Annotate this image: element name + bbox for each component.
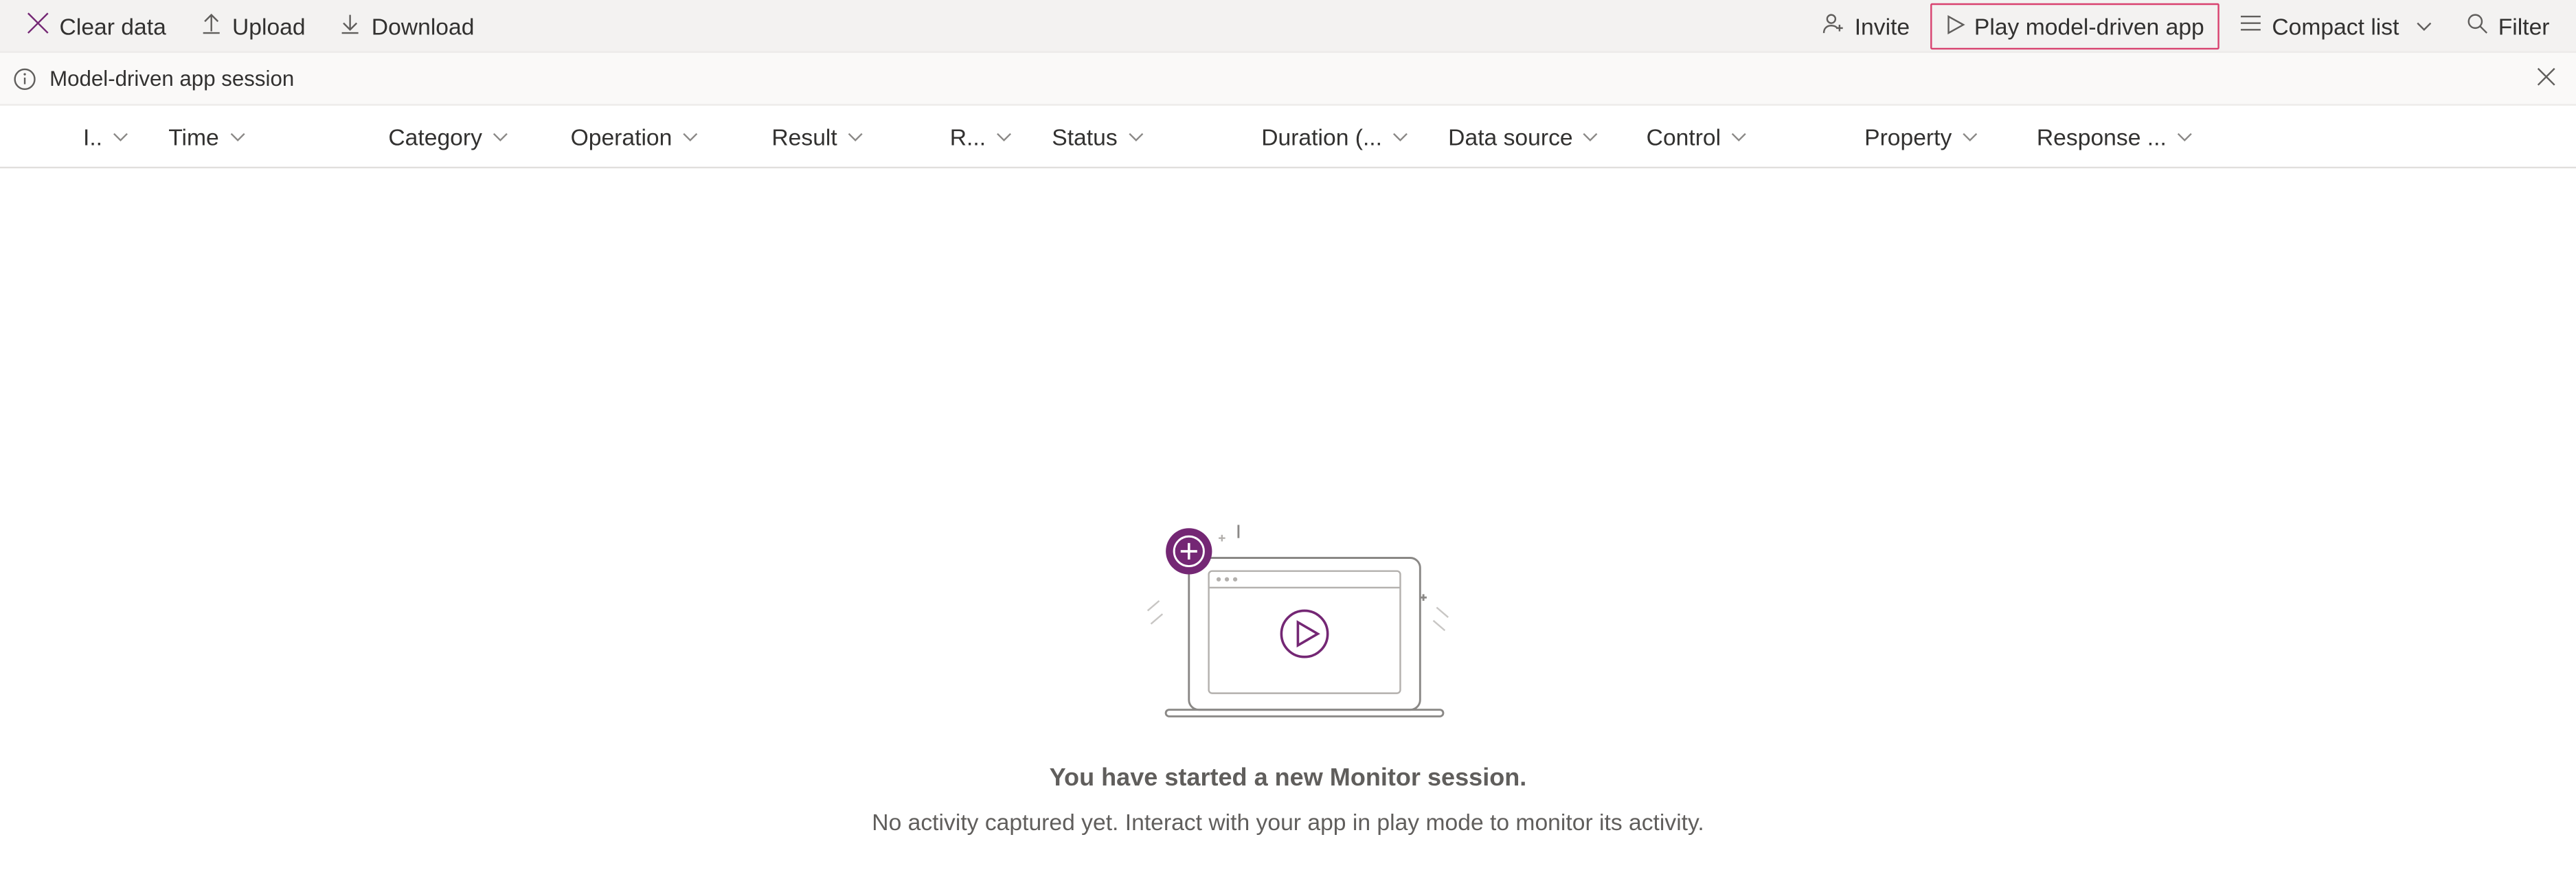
clear-data-label: Clear data xyxy=(60,12,166,38)
column-header-datasource[interactable]: Data source xyxy=(1428,106,1626,167)
clear-data-button[interactable]: Clear data xyxy=(13,3,179,49)
search-icon xyxy=(2465,12,2489,40)
column-label: Data source xyxy=(1448,123,1572,149)
chevron-down-icon xyxy=(229,128,245,144)
column-label: Result xyxy=(771,123,837,149)
column-header-property[interactable]: Property xyxy=(1800,106,1998,167)
session-label: Model-driven app session xyxy=(49,66,294,91)
empty-illustration xyxy=(1123,515,1454,735)
chevron-down-icon xyxy=(1127,128,1144,144)
column-label: Time xyxy=(168,123,219,149)
upload-label: Upload xyxy=(232,12,306,38)
grid-header-row: I.. Time Category Operation Result R... … xyxy=(0,106,2576,168)
filter-label: Filter xyxy=(2498,12,2550,38)
download-label: Download xyxy=(372,12,475,38)
chevron-down-icon xyxy=(1392,128,1408,144)
column-label: Property xyxy=(1864,123,1952,149)
info-icon xyxy=(13,67,36,90)
chevron-down-icon xyxy=(1583,128,1599,144)
column-label: Status xyxy=(1052,123,1117,149)
empty-state-title: You have started a new Monitor session. xyxy=(1050,764,1527,792)
chevron-down-icon xyxy=(847,128,863,144)
column-header-control[interactable]: Control xyxy=(1627,106,1800,167)
download-button[interactable]: Download xyxy=(325,3,487,49)
column-label: R... xyxy=(950,123,986,149)
session-info-bar: Model-driven app session xyxy=(0,53,2576,106)
column-label: I.. xyxy=(83,123,102,149)
column-header-category[interactable]: Category xyxy=(314,106,529,167)
empty-state: You have started a new Monitor session. … xyxy=(0,168,2576,835)
toolbar-right-group: Invite Play model-driven app Compact lis… xyxy=(1808,3,2562,49)
empty-state-subtitle: No activity captured yet. Interact with … xyxy=(872,809,1704,835)
toolbar-left-group: Clear data Upload Download xyxy=(13,3,487,49)
chevron-down-icon xyxy=(996,128,1013,144)
play-icon xyxy=(1945,12,1965,38)
close-x-icon xyxy=(26,12,49,40)
filter-button[interactable]: Filter xyxy=(2452,3,2562,49)
column-header-status[interactable]: Status xyxy=(1032,106,1213,167)
chevron-down-icon xyxy=(1962,128,1978,144)
column-header-time[interactable]: Time xyxy=(148,106,313,167)
invite-label: Invite xyxy=(1855,12,1910,38)
chevron-down-icon xyxy=(682,128,699,144)
upload-button[interactable]: Upload xyxy=(186,3,319,49)
column-header-r[interactable]: R... xyxy=(883,106,1032,167)
column-label: Category xyxy=(388,123,482,149)
upload-icon xyxy=(199,12,223,40)
column-header-operation[interactable]: Operation xyxy=(528,106,718,167)
monitor-root: Clear data Upload Download xyxy=(0,0,2576,883)
list-icon xyxy=(2239,12,2262,40)
column-header-duration[interactable]: Duration (... xyxy=(1214,106,1428,167)
top-toolbar: Clear data Upload Download xyxy=(0,0,2576,53)
column-label: Operation xyxy=(571,123,673,149)
column-label: Control xyxy=(1647,123,1721,149)
column-header-result[interactable]: Result xyxy=(719,106,883,167)
view-mode-label: Compact list xyxy=(2272,12,2399,38)
close-icon xyxy=(2536,66,2556,91)
column-header-id[interactable]: I.. xyxy=(33,106,148,167)
download-icon xyxy=(339,12,362,40)
invite-user-icon xyxy=(1822,12,1845,40)
chevron-down-icon xyxy=(112,128,128,144)
invite-button[interactable]: Invite xyxy=(1808,3,1923,49)
view-mode-button[interactable]: Compact list xyxy=(2226,3,2445,49)
play-app-button[interactable]: Play model-driven app xyxy=(1930,3,2219,49)
column-label: Duration (... xyxy=(1261,123,1382,149)
chevron-down-icon xyxy=(1731,128,1748,144)
play-app-label: Play model-driven app xyxy=(1974,12,2204,38)
close-session-bar-button[interactable] xyxy=(2530,60,2563,98)
chevron-down-icon xyxy=(2176,128,2193,144)
chevron-down-icon xyxy=(2416,12,2432,38)
column-header-response[interactable]: Response ... xyxy=(1998,106,2213,167)
column-label: Response ... xyxy=(2037,123,2167,149)
chevron-down-icon xyxy=(492,128,508,144)
